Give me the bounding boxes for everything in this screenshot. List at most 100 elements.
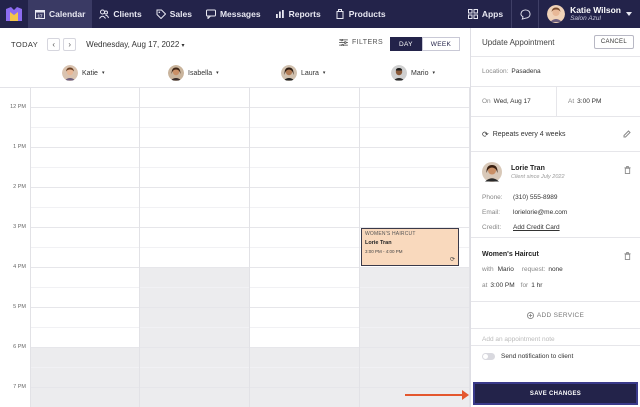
avatar xyxy=(281,65,297,81)
today-button[interactable]: TODAY xyxy=(11,40,38,49)
hour-label: 12 PM xyxy=(10,104,26,110)
time-field[interactable]: At 3:00 PM xyxy=(557,98,601,105)
service-request[interactable]: none xyxy=(548,266,562,273)
unavailable-block xyxy=(140,267,249,407)
plus-circle-icon xyxy=(526,311,534,319)
nav-products-label: Products xyxy=(348,9,386,19)
reports-icon xyxy=(275,10,284,18)
location-value: Pasadena xyxy=(511,68,541,75)
notify-label: Send notification to client xyxy=(501,352,574,360)
week-view-button[interactable]: WEEK xyxy=(421,37,461,51)
caret-down-icon: ▾ xyxy=(432,70,436,76)
caret-down-icon: ▾ xyxy=(322,70,326,76)
notify-toggle[interactable] xyxy=(482,352,495,360)
client-email: lorielorie@me.com xyxy=(513,209,568,216)
hour-label: 2 PM xyxy=(13,184,26,190)
hour-label: 7 PM xyxy=(13,384,26,390)
staff-header: Katie ▾ Isabella ▾ Laura ▾ Mario ▾ xyxy=(0,60,470,88)
edit-pencil-icon[interactable] xyxy=(623,130,631,138)
notify-row: Send notification to client xyxy=(471,346,640,366)
date-picker[interactable]: Wednesday, Aug 17, 2022 ▾ xyxy=(86,40,184,49)
client-since: Client since July 2022 xyxy=(511,173,565,180)
hour-label: 5 PM xyxy=(13,304,26,310)
staff-katie[interactable]: Katie ▾ xyxy=(62,65,104,81)
tag-icon xyxy=(156,9,166,19)
svg-text:17: 17 xyxy=(37,14,43,19)
chat-button[interactable] xyxy=(511,0,540,28)
next-day-button[interactable]: › xyxy=(63,37,77,51)
staff-isabella[interactable]: Isabella ▾ xyxy=(168,65,219,81)
chat-icon xyxy=(520,8,531,20)
caret-down-icon: ▾ xyxy=(101,70,105,76)
service-duration[interactable]: 1 hr xyxy=(531,282,542,289)
chevron-left-icon: ‹ xyxy=(52,39,55,49)
staff-mario[interactable]: Mario ▾ xyxy=(391,65,435,81)
user-avatar xyxy=(547,5,566,23)
messages-icon xyxy=(205,9,216,19)
appointment-client: Lorie Tran xyxy=(365,240,392,246)
caret-down-icon: ▾ xyxy=(216,70,219,76)
client-phone: (310) 555-8989 xyxy=(513,194,558,201)
client-section: Lorie Tran Client since July 2022 Phone:… xyxy=(471,152,640,238)
nav-calendar-label: Calendar xyxy=(49,9,86,19)
hour-label: 6 PM xyxy=(13,344,26,350)
caret-down-icon: ▾ xyxy=(181,42,185,49)
hour-label: 4 PM xyxy=(13,264,26,270)
appointment-time: 3:00 PM - 4:00 PM xyxy=(365,249,403,254)
repeat-icon: ⟳ xyxy=(482,129,489,139)
nav-sales-label: Sales xyxy=(169,9,192,19)
app-logo[interactable] xyxy=(0,0,28,28)
note-input[interactable]: Add an appointment note xyxy=(471,328,640,346)
save-changes-button[interactable]: SAVE CHANGES xyxy=(473,382,638,405)
client-name[interactable]: Lorie Tran xyxy=(511,165,565,172)
repeat-text: Repeats every 4 weeks xyxy=(492,130,566,138)
prev-day-button[interactable]: ‹ xyxy=(47,37,61,51)
filters-button[interactable]: FILTERS xyxy=(339,39,383,46)
add-credit-card-link[interactable]: Add Credit Card xyxy=(513,224,560,231)
apps-label: Apps xyxy=(481,9,504,19)
grid-icon xyxy=(467,9,478,19)
arrow-pointer-icon xyxy=(405,390,469,400)
unavailable-block xyxy=(30,347,140,407)
filter-sliders-icon xyxy=(339,39,348,46)
trash-icon[interactable] xyxy=(624,252,631,260)
avatar xyxy=(168,65,184,81)
trash-icon[interactable] xyxy=(624,166,631,174)
location-section[interactable]: Location: Pasadena xyxy=(471,57,640,87)
update-appointment-panel: Update Appointment CANCEL Location: Pasa… xyxy=(470,28,640,407)
nav-messages-label: Messages xyxy=(219,9,261,19)
clients-icon xyxy=(99,9,110,19)
logo-icon xyxy=(6,7,22,21)
nav-messages[interactable]: Messages xyxy=(199,0,268,28)
hour-label: 3 PM xyxy=(13,224,26,230)
chevron-right-icon: › xyxy=(68,39,71,49)
nav-reports-label: Reports xyxy=(288,9,321,19)
staff-laura[interactable]: Laura ▾ xyxy=(281,65,325,81)
salon-name: Salon Azul xyxy=(570,14,601,22)
calendar-pane: TODAY ‹ › Wednesday, Aug 17, 2022 ▾ FILT… xyxy=(0,28,470,407)
date-field[interactable]: On Wed, Aug 17 xyxy=(471,86,557,117)
appointment-card[interactable]: WOMEN'S HAIRCUT Lorie Tran 3:00 PM - 4:0… xyxy=(361,228,459,266)
day-view-button[interactable]: DAY xyxy=(390,37,422,51)
nav-sales[interactable]: Sales xyxy=(149,0,199,28)
appointment-service: WOMEN'S HAIRCUT xyxy=(365,231,416,237)
calendar-grid: 12 PM 1 PM 2 PM 3 PM 4 PM 5 PM 6 PM 7 PM… xyxy=(0,87,470,407)
repeat-section[interactable]: ⟳ Repeats every 4 weeks xyxy=(471,117,640,152)
top-nav: 17 Calendar Clients Sales Messages Repor… xyxy=(0,0,640,28)
service-staff[interactable]: Mario xyxy=(498,266,514,273)
repeat-icon: ⟳ xyxy=(449,257,455,263)
service-title: Women's Haircut xyxy=(482,251,539,258)
nav-products[interactable]: Products xyxy=(328,0,393,28)
user-name: Katie Wilson xyxy=(570,4,621,15)
apps-menu[interactable]: Apps xyxy=(460,9,511,19)
nav-clients[interactable]: Clients xyxy=(92,0,148,28)
user-menu[interactable]: Katie Wilson Salon Azul xyxy=(539,0,640,28)
service-time[interactable]: 3:00 PM xyxy=(490,282,514,289)
hour-label: 1 PM xyxy=(13,144,26,150)
cancel-button[interactable]: CANCEL xyxy=(593,35,634,49)
avatar xyxy=(391,65,407,81)
calendar-icon: 17 xyxy=(35,10,45,19)
nav-reports[interactable]: Reports xyxy=(268,0,328,28)
nav-calendar[interactable]: 17 Calendar xyxy=(28,0,93,28)
add-service-button[interactable]: ADD SERVICE xyxy=(471,302,640,328)
